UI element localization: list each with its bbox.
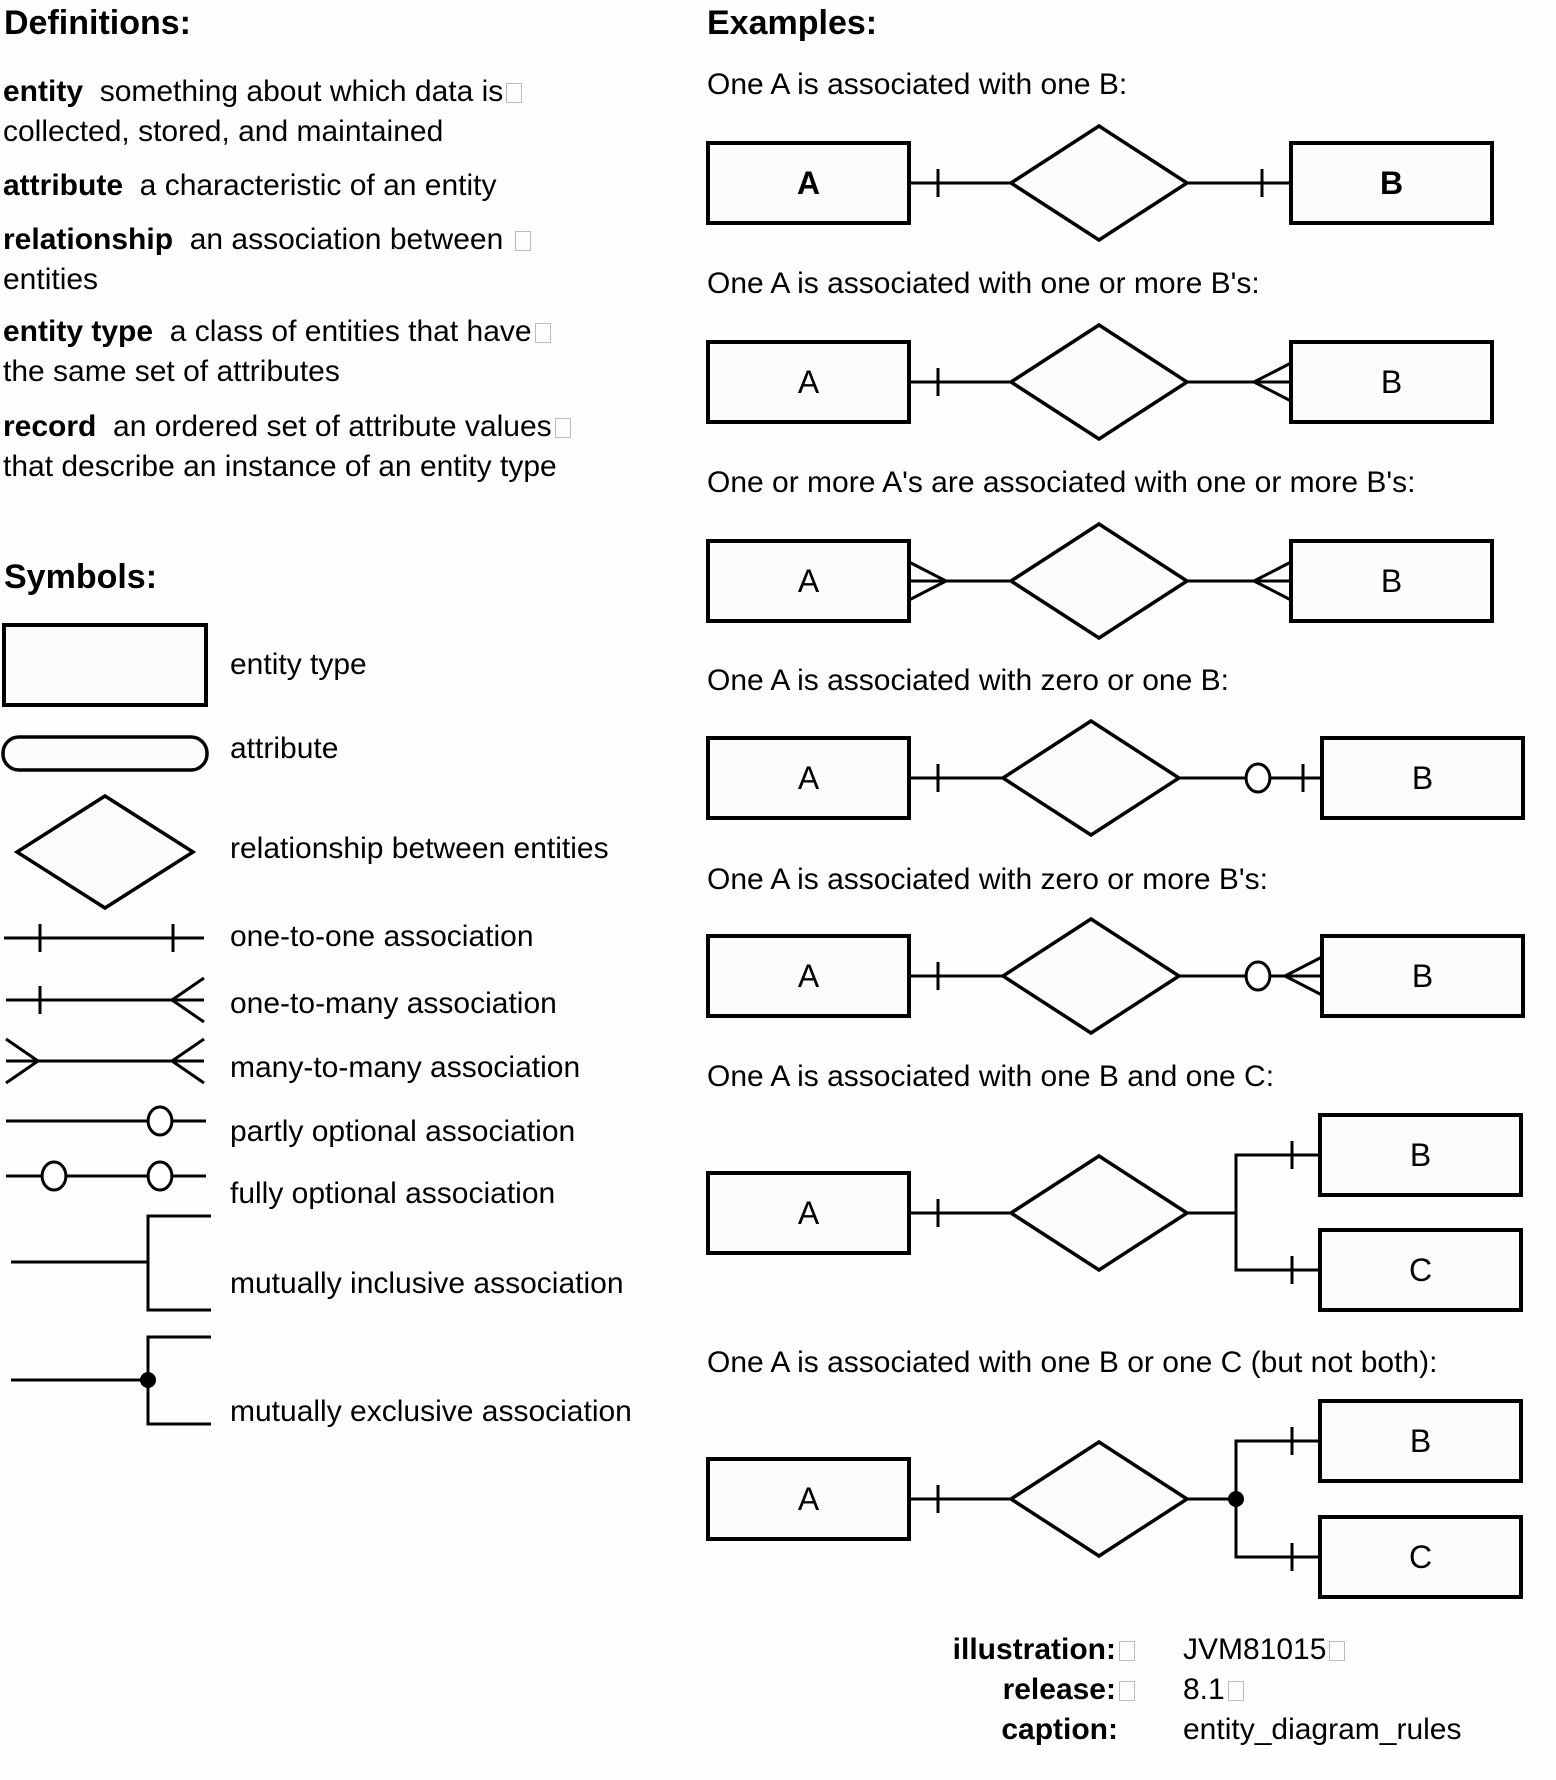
definition-attribute: attribute a characteristic of an entity — [3, 166, 497, 206]
entity-name-b: B — [1410, 1423, 1431, 1459]
symbol-entity-type-box — [2, 623, 208, 707]
definition-entity: entity something about which data is col… — [3, 72, 523, 152]
crows-foot-mark — [1253, 579, 1292, 602]
crows-foot-mark — [1284, 955, 1323, 978]
exclusive-dot — [1228, 1491, 1244, 1507]
definition-term: relationship — [3, 223, 174, 256]
exclusive-bracket — [1234, 1439, 1320, 1559]
definition-record: record an ordered set of attribute value… — [3, 407, 571, 487]
entity-name-a: A — [798, 1481, 820, 1517]
inclusive-bracket — [1234, 1153, 1320, 1272]
crows-foot-mark — [5, 1037, 39, 1063]
symbol-relationship-diamond — [13, 793, 197, 911]
definition-text: that describe an instance of an entity t… — [3, 450, 557, 483]
definition-text: a characteristic of an entity — [139, 169, 497, 202]
entity-name-c: C — [1409, 1539, 1432, 1575]
symbol-label: one-to-one association — [230, 920, 534, 953]
relationship-diamond — [1007, 1439, 1191, 1559]
symbol-label: fully optional association — [230, 1177, 556, 1210]
optional-circle — [40, 1160, 68, 1192]
symbol-label: one-to-many association — [230, 987, 557, 1020]
definition-text: the same set of attributes — [3, 355, 340, 388]
definition-term: record — [3, 410, 97, 443]
crows-foot-mark — [171, 1059, 205, 1085]
relationship-diamond — [1007, 123, 1191, 243]
example-label: One A is associated with zero or one B: — [707, 664, 1229, 697]
entity-name-a: A — [798, 958, 820, 994]
meta-value-illustration: JVM81015 — [1183, 1633, 1346, 1667]
symbol-label: entity type — [230, 648, 367, 681]
definition-text: an association between — [189, 223, 504, 256]
definitions-heading: Definitions: — [4, 4, 191, 42]
entity-name-a: A — [798, 1195, 820, 1231]
definition-text: a class of entities that have — [169, 315, 532, 348]
definition-text: an ordered set of attribute values — [113, 410, 552, 443]
relationship-diamond — [1007, 521, 1191, 641]
symbol-label: mutually inclusive association — [230, 1267, 624, 1300]
entity-name-a: A — [798, 760, 820, 796]
optional-circle — [1244, 960, 1272, 992]
example-label: One A is associated with one B: — [707, 68, 1128, 101]
symbol-label: attribute — [230, 732, 339, 765]
symbols-heading: Symbols: — [4, 558, 158, 596]
crows-foot-mark — [1253, 560, 1292, 583]
crows-foot-mark — [171, 1037, 205, 1063]
crows-foot-mark — [908, 579, 947, 602]
definition-entity-type: entity type a class of entities that hav… — [3, 312, 551, 392]
crows-foot-mark — [1253, 361, 1292, 384]
symbol-label: many-to-many association — [230, 1051, 581, 1084]
optional-circle — [146, 1160, 174, 1192]
definition-text: collected, stored, and maintained — [3, 115, 444, 148]
meta-key-illustration: illustration: — [935, 1633, 1135, 1667]
entity-name-a: A — [798, 364, 820, 400]
relationship-diamond — [1007, 322, 1191, 442]
optional-circle — [1244, 762, 1272, 794]
relationship-diamond — [999, 916, 1183, 1036]
entity-name-b: B — [1412, 760, 1433, 796]
crows-foot-mark — [908, 560, 947, 583]
crows-foot-mark — [1253, 380, 1292, 403]
definition-text: entities — [3, 263, 99, 296]
symbol-label: relationship between entities — [230, 832, 609, 865]
inclusive-bracket — [146, 1214, 211, 1312]
entity-name-c: C — [1409, 1252, 1432, 1288]
definition-text: something about which data is — [99, 75, 504, 108]
example-label: One or more A's are associated with one … — [707, 466, 1416, 499]
optional-circle — [146, 1105, 174, 1137]
meta-value-release: 8.1 — [1183, 1673, 1244, 1707]
entity-name-b: B — [1412, 958, 1433, 994]
exclusive-bracket — [146, 1335, 211, 1426]
symbol-attribute-pill — [1, 735, 209, 772]
meta-key-caption: caption: — [1001, 1713, 1118, 1746]
meta-key-release: release: — [935, 1673, 1135, 1707]
definition-term: entity — [3, 75, 84, 108]
example-label: One A is associated with one or more B's… — [707, 267, 1260, 300]
entity-name-b: B — [1381, 563, 1402, 599]
symbol-label: mutually exclusive association — [230, 1395, 632, 1428]
exclusive-dot — [140, 1372, 156, 1388]
entity-name-b: B — [1380, 165, 1403, 201]
symbol-label: partly optional association — [230, 1115, 576, 1148]
example-label: One A is associated with one B and one C… — [707, 1060, 1275, 1093]
definition-term: entity type — [3, 315, 154, 348]
example-label: One A is associated with one B or one C … — [707, 1346, 1438, 1379]
crows-foot-mark — [5, 1059, 39, 1085]
crows-foot-mark — [1284, 974, 1323, 997]
entity-name-a: A — [798, 563, 820, 599]
definition-term: attribute — [3, 169, 123, 202]
meta-value-caption: entity_diagram_rules — [1183, 1713, 1462, 1746]
examples-heading: Examples: — [707, 4, 878, 42]
relationship-diamond — [1007, 1153, 1191, 1273]
crows-foot-mark — [171, 998, 205, 1024]
definition-relationship: relationship an association between enti… — [3, 220, 531, 300]
entity-name-b: B — [1410, 1137, 1431, 1173]
entity-name-a: A — [797, 165, 820, 201]
example-label: One A is associated with zero or more B'… — [707, 863, 1268, 896]
entity-name-b: B — [1381, 364, 1402, 400]
crows-foot-mark — [171, 976, 205, 1002]
relationship-diamond — [999, 718, 1183, 838]
